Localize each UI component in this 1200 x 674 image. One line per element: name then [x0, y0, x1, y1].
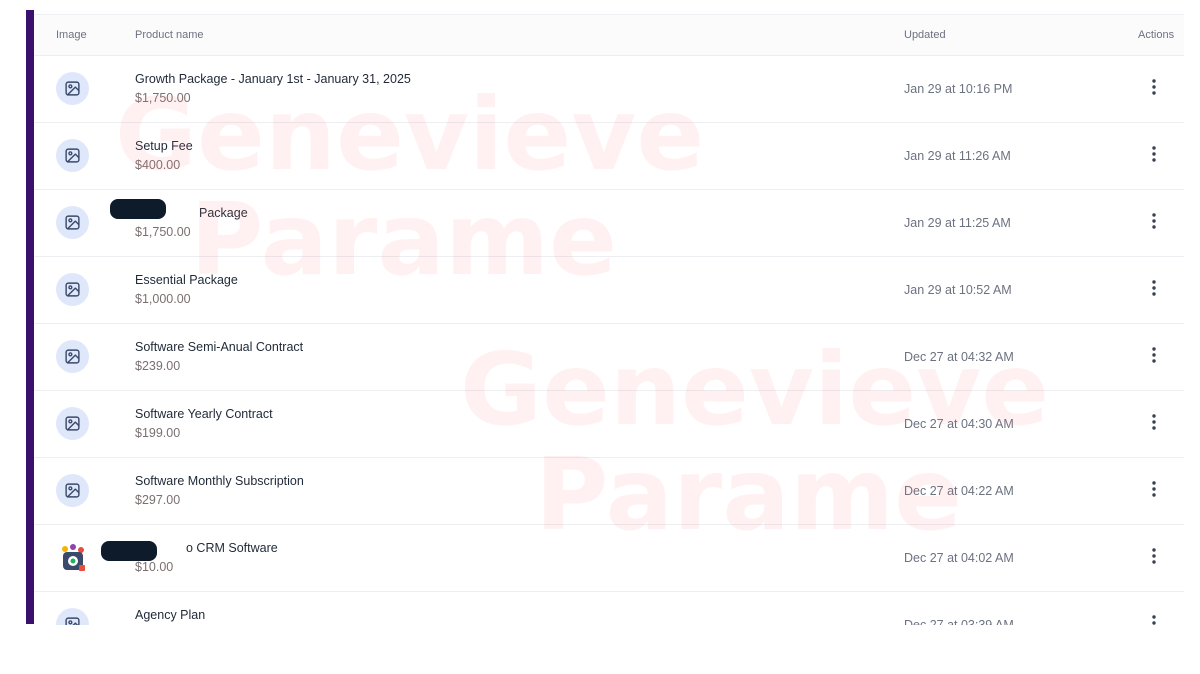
more-vertical-icon [1152, 547, 1156, 569]
product-price: $400.00 [135, 158, 181, 172]
table-row[interactable]: Software Monthly Subscription $297.00 Dec … [34, 458, 1184, 525]
updated-timestamp: Dec 27 at 04:22 AM [904, 484, 1014, 498]
image-placeholder-icon [56, 206, 89, 239]
product-price: $10.00 [135, 560, 174, 574]
product-name[interactable]: Agency Plan [135, 608, 205, 622]
product-price: $199.00 [135, 426, 181, 440]
header-product-name[interactable]: Product name [135, 29, 203, 41]
header-actions: Actions [1138, 29, 1175, 41]
app-logo-icon [56, 541, 90, 575]
row-actions-button[interactable] [1142, 544, 1166, 572]
table-row[interactable]: Software Semi-Anual Contract $239.00 Dec 2… [34, 324, 1184, 391]
accent-bar [26, 10, 34, 624]
table-row[interactable]: Software Yearly Contract $199.00 Dec 27 at… [34, 391, 1184, 458]
table-row[interactable]: Growth Package - January 1st - January 3… [34, 56, 1184, 123]
updated-timestamp: Jan 29 at 11:25 AM [904, 216, 1011, 230]
product-price: $239.00 [135, 359, 181, 373]
product-price: $1,750.00 [135, 91, 191, 105]
row-actions-button[interactable] [1142, 75, 1166, 103]
image-placeholder-icon [56, 273, 89, 306]
redaction-box [101, 541, 157, 561]
product-name[interactable]: Software Semi-Anual Contract [135, 340, 303, 354]
updated-timestamp: Jan 29 at 11:26 AM [904, 149, 1011, 163]
product-price: $297.00 [135, 493, 181, 507]
updated-timestamp: Dec 27 at 04:30 AM [904, 417, 1014, 431]
products-screen: Image Product name Updated Actions Growt… [0, 0, 1200, 674]
image-placeholder-icon [56, 474, 89, 507]
row-actions-button[interactable] [1142, 142, 1166, 170]
product-name[interactable]: Essential Package [135, 273, 238, 287]
row-actions-button[interactable] [1142, 477, 1166, 505]
image-placeholder-icon [56, 72, 89, 105]
header-updated[interactable]: Updated [904, 29, 946, 41]
header-image: Image [56, 29, 87, 41]
updated-timestamp: Jan 29 at 10:16 PM [904, 82, 1013, 96]
product-price: $1,750.00 [135, 225, 191, 239]
table-header: Image Product name Updated Actions [34, 15, 1184, 56]
more-vertical-icon [1152, 614, 1156, 626]
product-price: $1,000.00 [135, 292, 191, 306]
more-vertical-icon [1152, 279, 1156, 301]
more-vertical-icon [1152, 78, 1156, 100]
more-vertical-icon [1152, 480, 1156, 502]
row-actions-button[interactable] [1142, 343, 1166, 371]
image-placeholder-icon [56, 608, 89, 625]
row-actions-button[interactable] [1142, 611, 1166, 625]
more-vertical-icon [1152, 212, 1156, 234]
products-table: Image Product name Updated Actions Growt… [34, 14, 1184, 625]
more-vertical-icon [1152, 413, 1156, 435]
image-placeholder-icon [56, 139, 89, 172]
more-vertical-icon [1152, 346, 1156, 368]
product-name[interactable]: Growth Package - January 1st - January 3… [135, 72, 411, 86]
updated-timestamp: Dec 27 at 04:02 AM [904, 551, 1014, 565]
updated-timestamp: Jan 29 at 10:52 AM [904, 283, 1012, 297]
image-placeholder-icon [56, 340, 89, 373]
image-placeholder-icon [56, 407, 89, 440]
table-row[interactable]: Essential Package $1,000.00 Jan 29 at 10:5… [34, 257, 1184, 324]
product-name[interactable]: Setup Fee [135, 139, 193, 153]
product-name[interactable]: Software Yearly Contract [135, 407, 273, 421]
updated-timestamp: Dec 27 at 04:32 AM [904, 350, 1014, 364]
row-actions-button[interactable] [1142, 276, 1166, 304]
updated-timestamp: Dec 27 at 03:39 AM [904, 618, 1014, 625]
redaction-box [110, 199, 166, 219]
table-row[interactable]: Package $1,750.00 Jan 29 at 11:25 AM [34, 190, 1184, 257]
table-row[interactable]: o CRM Software $10.00 Dec 27 at 04:02 AM [34, 525, 1184, 592]
table-row[interactable]: Agency Plan Dec 27 at 03:39 AM [34, 592, 1184, 625]
more-vertical-icon [1152, 145, 1156, 167]
row-actions-button[interactable] [1142, 410, 1166, 438]
table-body: Growth Package - January 1st - January 3… [34, 56, 1184, 625]
product-name[interactable]: o CRM Software [186, 541, 278, 555]
product-name[interactable]: Package [199, 206, 248, 220]
row-actions-button[interactable] [1142, 209, 1166, 237]
product-name[interactable]: Software Monthly Subscription [135, 474, 304, 488]
table-row[interactable]: Setup Fee $400.00 Jan 29 at 11:26 AM [34, 123, 1184, 190]
